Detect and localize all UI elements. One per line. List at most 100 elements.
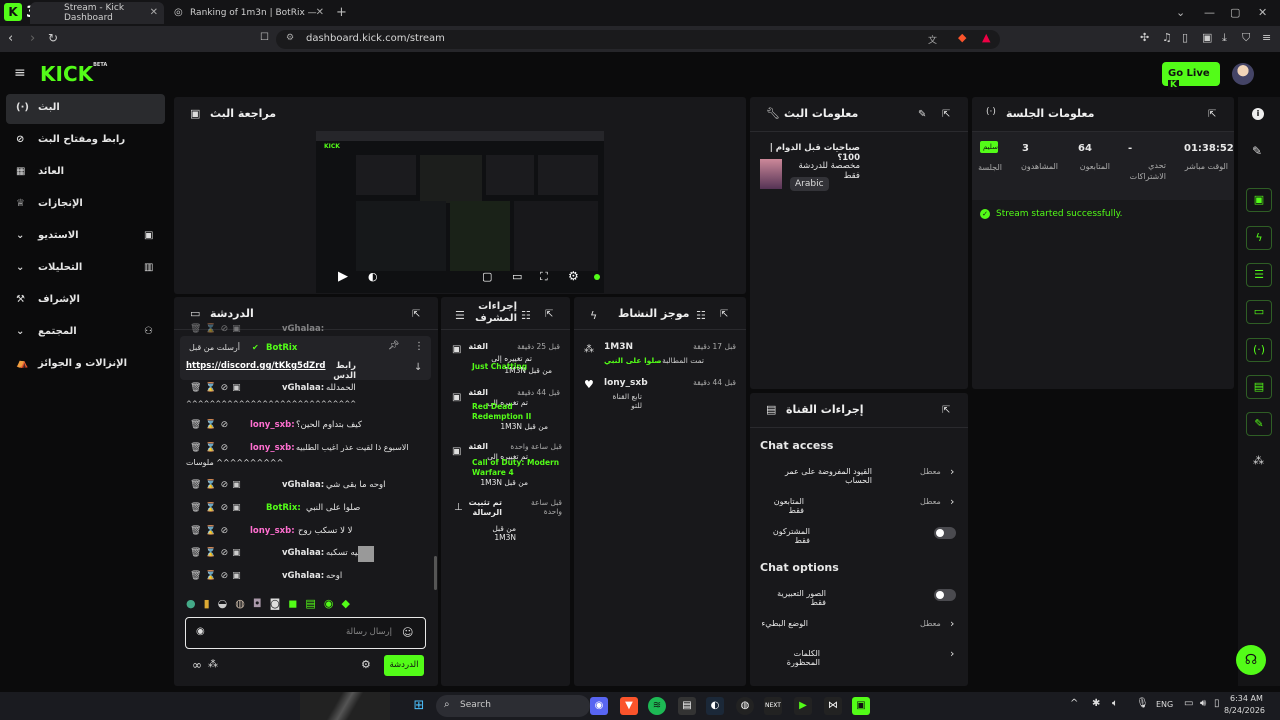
message-user[interactable]: BotRix: <box>266 503 301 513</box>
mod-tools-icon[interactable]: 🗑︎⌛⊘ <box>190 526 232 536</box>
chat-input[interactable]: ☺ إرسال رسالة ◉ <box>185 617 426 649</box>
emote-icon[interactable]: ◘ <box>253 597 270 610</box>
reload-icon[interactable]: ↻ <box>48 31 58 45</box>
emote-icon[interactable]: ▮ <box>204 597 218 610</box>
mod-tools-icon[interactable]: 🗑︎⌛⊘▣ <box>190 548 245 558</box>
toolbar-broadcast-icon[interactable]: (·) <box>1246 338 1272 362</box>
setting-row[interactable]: الكلمات المحظورة › <box>750 645 968 667</box>
record-icon[interactable]: ◉ <box>196 626 205 637</box>
kick-logo[interactable]: KICKBETA <box>40 62 107 86</box>
close-tab-icon[interactable]: ✕ <box>150 7 158 18</box>
emote-icon[interactable]: ◙ <box>270 597 289 610</box>
tab-botrix[interactable]: ◎ Ranking of 1m3n | BotRix — Cloud S ✕ <box>166 2 330 24</box>
emote-icon[interactable]: ● <box>186 597 204 610</box>
message-user[interactable]: lony_sxb: <box>250 526 295 536</box>
microphone-icon[interactable]: 🎙︎ <box>1136 698 1149 709</box>
emote-icon[interactable]: ◼ <box>288 597 305 610</box>
theater-icon[interactable]: ▢ <box>482 270 492 283</box>
message-user[interactable]: lony_sxb: <box>250 443 295 453</box>
site-info-icon[interactable]: ⚙ <box>286 33 294 43</box>
play-icon[interactable]: ▶ <box>338 269 348 284</box>
sidebar-item-drops[interactable]: ⛺ الإنزالات و الجوائز <box>6 350 165 380</box>
activity-user[interactable]: 1M3N <box>604 342 633 352</box>
send-chat-button[interactable]: الدردشة <box>384 655 424 676</box>
minimize-icon[interactable]: — <box>1204 6 1215 19</box>
support-headset-icon[interactable]: ☊ <box>1236 645 1266 675</box>
users-icon[interactable]: ⁂ <box>208 659 218 670</box>
popout-icon[interactable]: ⇱ <box>942 109 950 120</box>
emote-icon[interactable]: ◆ <box>341 597 357 610</box>
language-indicator[interactable]: ENG <box>1156 700 1173 709</box>
infinity-icon[interactable]: ∞ <box>192 658 202 672</box>
url-field[interactable]: ⚙ dashboard.kick.com/stream 文 <box>276 30 1000 49</box>
toolbar-lightning-icon[interactable]: ϟ <box>1246 226 1272 250</box>
settings-icon[interactable]: ⚙ <box>568 269 579 283</box>
sidebar-item-achievements[interactable]: ♕ الإنجازات <box>6 190 165 220</box>
toolbar-wrench-icon[interactable]: ✎ <box>1246 412 1272 436</box>
subscribers-only-toggle[interactable] <box>934 527 956 539</box>
clock-time[interactable]: 6:34 AM <box>1230 694 1263 703</box>
toolbar-users-icon[interactable]: ⁂ <box>1253 454 1264 467</box>
pin-icon[interactable]: 📌︎ <box>388 341 399 351</box>
setting-row[interactable]: الوضع البطيء معطل › <box>750 615 968 635</box>
clock-date[interactable]: 8/24/2026 <box>1224 706 1265 715</box>
popout-icon[interactable]: ⇱ <box>545 309 553 320</box>
music-icon[interactable]: ♫ <box>1162 31 1172 44</box>
expand-icon[interactable]: ↓ <box>414 362 422 373</box>
message-user[interactable]: lony_sxb: <box>250 420 295 430</box>
steam-icon[interactable]: ◐ <box>706 697 724 715</box>
kick-app-icon[interactable]: ▣ <box>852 697 870 715</box>
sidebar-toggle-icon[interactable]: ▯ <box>1182 31 1188 44</box>
edit-icon[interactable]: ✎ <box>1252 144 1262 158</box>
setting-row[interactable]: القيود المفروضة على عمر الحساب معطل › <box>750 463 968 485</box>
sidebar-item-studio[interactable]: ⌄ الاستديو ▣ <box>6 222 165 252</box>
message-user[interactable]: vGhalaa: <box>282 571 324 581</box>
mute-icon[interactable]: ◐ <box>368 270 378 283</box>
filter-icon[interactable]: ☷ <box>696 309 706 322</box>
mod-tools-icon[interactable]: 🗑︎⌛⊘ <box>190 443 232 453</box>
emoji-icon[interactable]: ☺ <box>402 626 413 639</box>
discord-icon[interactable]: ◉ <box>590 697 608 715</box>
close-window-icon[interactable]: ✕ <box>1258 6 1267 19</box>
edit-icon[interactable]: ✎ <box>918 109 926 120</box>
sidebar-item-community[interactable]: ⌄ المجتمع ⚇ <box>6 318 165 348</box>
taskbar-search[interactable]: ⌕ Search <box>436 695 590 717</box>
wallet-icon[interactable]: ▣ <box>1202 31 1212 44</box>
battery-icon[interactable]: ▯ <box>1214 698 1220 709</box>
translate-icon[interactable]: 文 <box>928 33 937 46</box>
emote-icon[interactable]: ◍ <box>235 597 253 610</box>
vpn-icon[interactable]: ⛉ <box>1242 31 1250 45</box>
toolbar-preview-icon[interactable]: ▣ <box>1246 188 1272 212</box>
windows-start-icon[interactable]: ⊞ <box>410 697 428 715</box>
mod-tools-icon[interactable]: 🗑︎⌛⊘▣ <box>190 571 245 581</box>
emote-icon[interactable]: ◉ <box>324 597 342 610</box>
popout-icon[interactable]: ⇱ <box>720 309 728 320</box>
sidebar-item-analytics[interactable]: ⌄ التحليلات ▥ <box>6 254 165 284</box>
extensions-icon[interactable]: ✣ <box>1140 31 1149 44</box>
popout-icon[interactable]: ⇱ <box>1208 109 1216 120</box>
kick-studio-icon[interactable]: ▶ <box>794 697 812 715</box>
chat-settings-icon[interactable]: ⚙ <box>361 658 371 671</box>
download-icon[interactable]: ⤓ <box>1222 31 1227 45</box>
popout-icon[interactable]: ⇱ <box>412 309 420 320</box>
mod-tools-icon[interactable]: 🗑︎⌛⊘ <box>190 420 232 430</box>
filter-icon[interactable]: ☷ <box>521 309 531 322</box>
hamburger-menu-icon[interactable]: ≡ <box>14 65 26 81</box>
sidebar-item-stream-key[interactable]: ⊘ رابط ومفتاح البث <box>6 126 165 156</box>
spotify-icon[interactable]: ≋ <box>648 697 666 715</box>
bluetooth-icon[interactable]: ✱ <box>1092 698 1100 709</box>
close-tab-icon[interactable]: ✕ <box>316 7 324 18</box>
setting-row[interactable]: المتابعون فقط معطل › <box>750 493 968 515</box>
emote-icon[interactable]: ◒ <box>218 597 236 610</box>
tray-overflow-icon[interactable]: ^ <box>1070 698 1078 709</box>
fullscreen-icon[interactable]: ⛶ <box>540 270 548 284</box>
new-tab-button[interactable]: + <box>336 5 347 20</box>
more-options-icon[interactable]: ⋮ <box>414 341 424 352</box>
back-icon[interactable]: ‹ <box>8 31 13 46</box>
toolbar-chat-icon[interactable]: ▭ <box>1246 300 1272 324</box>
mod-tools-icon[interactable]: 🗑︎⌛⊘▣ <box>190 324 245 334</box>
video-preview[interactable]: KICK ▶ ◐ ▢ ▭ ⛶ ⚙ <box>316 131 604 293</box>
forward-icon[interactable]: › <box>30 31 35 46</box>
tab-search-icon[interactable]: ⌄ <box>1176 6 1185 19</box>
volume-icon[interactable]: 🔊︎ <box>1200 698 1206 709</box>
